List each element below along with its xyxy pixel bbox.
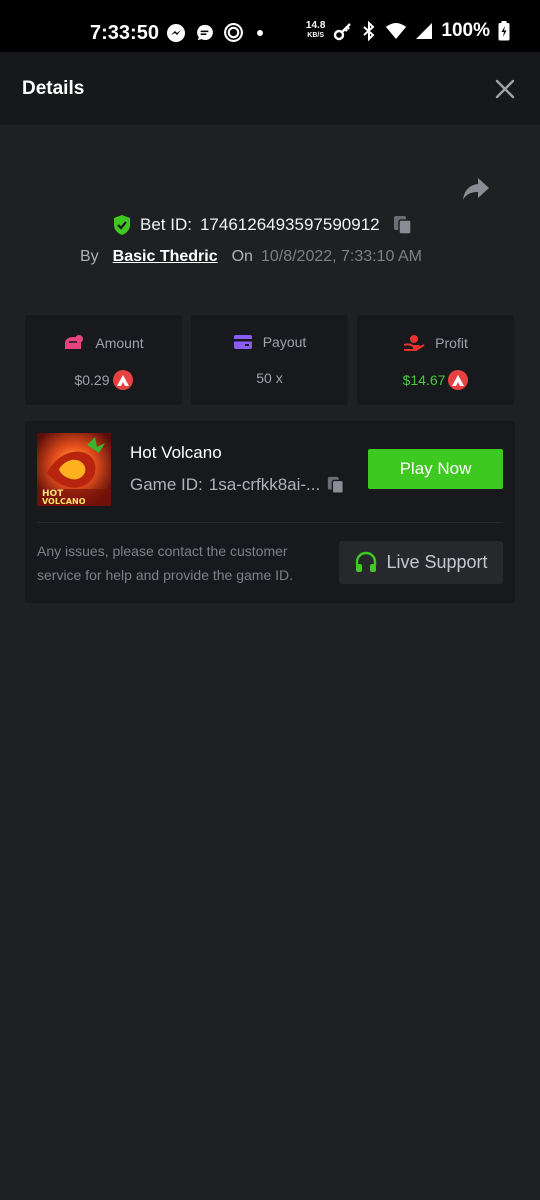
play-now-button[interactable]: Play Now — [368, 449, 503, 489]
page-title: Details — [22, 78, 85, 99]
signal-icon — [416, 23, 433, 39]
speed-unit: KB/S — [307, 32, 325, 39]
stat-payout-value: 50 x — [256, 370, 283, 386]
notification-icons — [166, 22, 267, 43]
shield-check-icon — [114, 215, 130, 235]
network-speed: 14.8 KB/S — [306, 21, 325, 41]
dot-icon — [257, 29, 263, 36]
game-thumbnail[interactable]: HOT VOLCANO — [37, 433, 111, 506]
status-time: 7:33:50 — [90, 22, 159, 44]
avax-token-icon — [448, 370, 469, 390]
thumb-title-line2: VOLCANO — [42, 497, 86, 506]
credit-card-icon — [233, 335, 252, 349]
game-id-value: 1sa-crfkk8ai-... — [208, 475, 321, 494]
live-support-button[interactable]: Live Support — [339, 541, 503, 584]
battery-percent: 100% — [441, 20, 490, 41]
bet-id-label: Bet ID: — [140, 215, 192, 234]
headset-icon — [356, 551, 377, 572]
stat-amount-label: Amount — [95, 335, 144, 351]
money-bag-icon — [65, 335, 84, 349]
messenger-icon — [167, 23, 185, 42]
game-id-row: Game ID: 1sa-crfkk8ai-... — [130, 475, 346, 495]
stat-profit-value: $14.67 — [402, 372, 446, 388]
bluetooth-icon — [363, 21, 375, 41]
copy-icon[interactable] — [392, 214, 414, 236]
wifi-icon — [386, 23, 407, 39]
avax-token-icon — [112, 370, 133, 390]
copy-icon[interactable] — [326, 475, 346, 495]
bet-id-row: Bet ID: 1746126493597590912 — [112, 214, 414, 236]
divider — [37, 522, 503, 523]
stat-amount-value: $0.29 — [74, 372, 110, 388]
stat-profit-label: Profit — [435, 335, 468, 351]
stat-payout: Payout 50 x — [191, 315, 348, 405]
sync-icon — [224, 23, 243, 42]
speed-value: 14.8 — [305, 20, 326, 31]
close-icon[interactable] — [494, 78, 516, 100]
on-label: On — [231, 248, 253, 265]
live-support-label: Live Support — [386, 552, 488, 572]
game-name: Hot Volcano — [130, 443, 222, 462]
support-help-text: Any issues, please contact the customer … — [37, 543, 294, 583]
battery-charging-icon — [498, 21, 510, 41]
game-id-label: Game ID: — [130, 475, 203, 494]
share-icon[interactable] — [462, 176, 490, 202]
by-label: By — [80, 248, 99, 265]
key-icon — [334, 23, 352, 41]
stat-payout-label: Payout — [262, 334, 307, 350]
game-card: HOT VOLCANO Hot Volcano Game ID: 1sa-crf… — [25, 421, 515, 603]
bet-meta-row: By Basic Thedric On 10/8/2022, 7:33:10 A… — [80, 248, 422, 266]
system-icons: 14.8 KB/S 100% — [306, 20, 510, 42]
details-header: Details — [0, 52, 540, 125]
hand-coin-icon — [403, 335, 425, 351]
stat-profit: Profit $14.67 — [357, 315, 514, 405]
stat-amount: Amount $0.29 — [25, 315, 182, 405]
bet-date: 10/8/2022, 7:33:10 AM — [260, 248, 422, 265]
user-link[interactable]: Basic Thedric — [113, 248, 218, 266]
chat-icon — [197, 24, 213, 41]
bet-id-value: 1746126493597590912 — [199, 215, 380, 234]
status-bar: 7:33:50 14.8 KB/S 100% — [0, 0, 540, 52]
